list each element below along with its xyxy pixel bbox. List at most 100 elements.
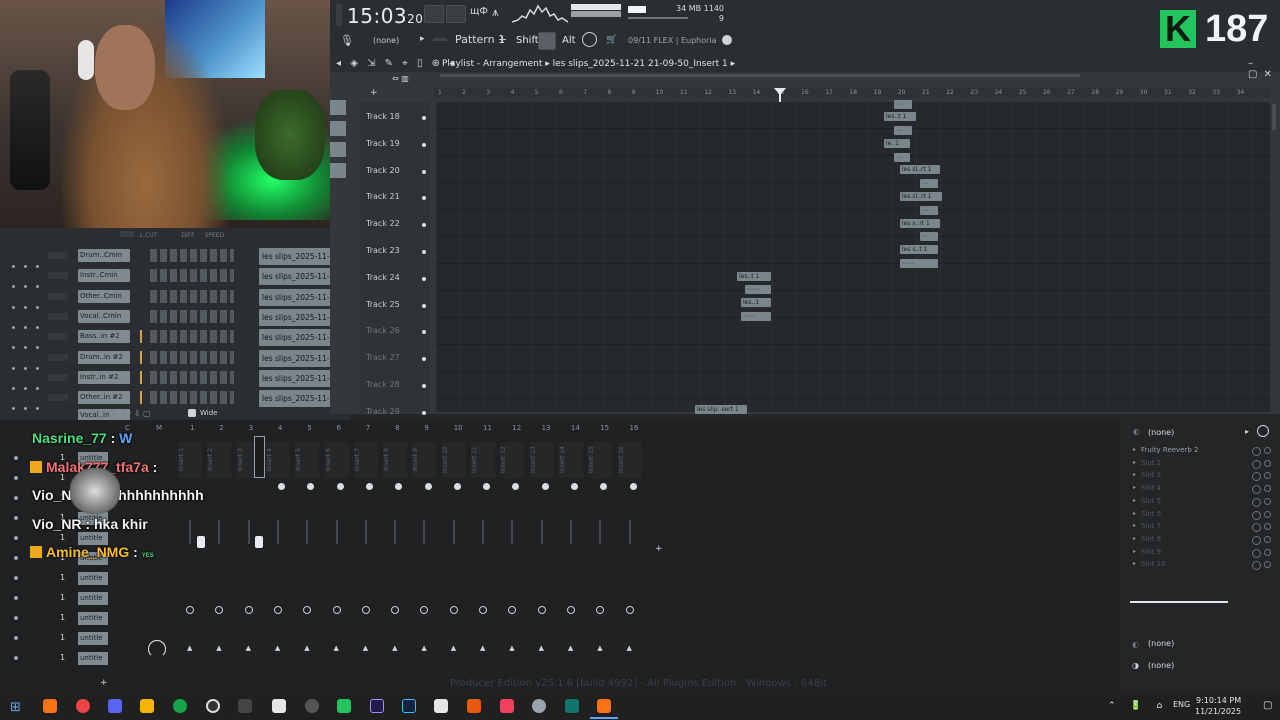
mixer-channel-name[interactable]: untitle bbox=[78, 572, 108, 585]
route-arrow-icon[interactable]: ▲ bbox=[451, 644, 456, 652]
news-ticker[interactable]: 09/11 FLEX | Euphoria bbox=[628, 36, 717, 45]
channel-name[interactable]: Vocal..Cmin bbox=[78, 309, 130, 323]
mixer-insert-label[interactable]: Insert 14 bbox=[558, 442, 583, 478]
audio-clip[interactable]: ⋯⋯ bbox=[745, 285, 771, 294]
step-sequencer[interactable] bbox=[150, 391, 234, 405]
audio-clip[interactable]: les sl..rt 1 bbox=[900, 165, 940, 174]
route-arrow-icon[interactable]: ▲ bbox=[334, 644, 339, 652]
route-arrow-icon[interactable]: ▲ bbox=[627, 644, 632, 652]
online-icon[interactable] bbox=[582, 32, 597, 47]
track-name[interactable]: Track 29 bbox=[366, 407, 400, 416]
globe-icon[interactable] bbox=[722, 35, 732, 45]
clip-stub[interactable] bbox=[330, 121, 346, 136]
track-enable-dot[interactable] bbox=[422, 169, 426, 174]
mixer-track-number[interactable]: 7 bbox=[366, 424, 370, 432]
slot-expand-icon[interactable]: ▸ bbox=[1133, 522, 1136, 529]
fader-track[interactable] bbox=[364, 520, 367, 544]
track-enable-dot[interactable] bbox=[422, 357, 426, 362]
slot-expand-icon[interactable]: ▸ bbox=[1133, 535, 1136, 542]
mixer-insert-label[interactable]: Insert 10 bbox=[441, 442, 466, 478]
search-icon[interactable] bbox=[43, 699, 57, 713]
mixer-channel-name[interactable]: untitle bbox=[78, 652, 108, 665]
fader-track[interactable] bbox=[218, 520, 221, 544]
mixer-insert-label[interactable]: Insert 8 bbox=[383, 442, 408, 478]
fx-slot[interactable]: Slot 3 bbox=[1141, 471, 1161, 479]
channel-volume[interactable] bbox=[48, 312, 68, 320]
mixer-insert-label[interactable]: Insert 12 bbox=[500, 442, 525, 478]
app-icon[interactable] bbox=[532, 699, 546, 713]
pan-knob[interactable] bbox=[424, 483, 432, 490]
notification-icon[interactable]: ▢ bbox=[1263, 700, 1272, 711]
route-arrow-icon[interactable]: ▲ bbox=[421, 644, 426, 652]
track-name[interactable]: Track 28 bbox=[366, 380, 400, 389]
channel-name[interactable]: Drum..in #2 bbox=[78, 350, 130, 364]
channel-dot[interactable] bbox=[14, 656, 18, 660]
channel-name[interactable]: Instr..in #2 bbox=[78, 370, 130, 384]
step-sequencer[interactable] bbox=[150, 269, 234, 283]
route-arrow-icon[interactable]: ▲ bbox=[275, 644, 280, 652]
track-name[interactable]: Track 20 bbox=[366, 166, 400, 175]
route-arrow-icon[interactable]: ▲ bbox=[363, 644, 368, 652]
eq-curve[interactable] bbox=[1130, 601, 1228, 603]
audio-clip[interactable]: ⋯ bbox=[894, 153, 910, 162]
send-knob[interactable] bbox=[186, 606, 194, 614]
channel-name[interactable]: Instr..Cmin bbox=[78, 269, 130, 283]
send-knob[interactable] bbox=[449, 606, 458, 614]
windows-start-icon[interactable]: ⊞ bbox=[10, 700, 21, 715]
channel-dot[interactable] bbox=[14, 476, 18, 480]
track-enable-dot[interactable] bbox=[422, 223, 426, 228]
playhead-marker-icon[interactable] bbox=[774, 88, 786, 95]
mixer-insert-label[interactable]: Insert 15 bbox=[588, 442, 613, 478]
track-name[interactable]: Track 18 bbox=[366, 112, 400, 121]
mixer-insert-label[interactable]: Insert 2 bbox=[207, 442, 232, 478]
alt-button[interactable]: Alt bbox=[562, 35, 576, 46]
route-arrow-icon[interactable]: ▲ bbox=[216, 644, 221, 652]
fx-output-2[interactable]: (none) bbox=[1148, 661, 1174, 670]
fader-handle[interactable] bbox=[255, 536, 263, 548]
track-enable-dot[interactable] bbox=[422, 276, 426, 281]
channel-name[interactable]: Bass..in #2 bbox=[78, 330, 130, 344]
brave-icon[interactable] bbox=[467, 699, 481, 713]
route-arrow-icon[interactable]: ▲ bbox=[568, 644, 573, 652]
discord-icon[interactable] bbox=[108, 699, 122, 713]
mixer-insert-label[interactable]: Insert 1 bbox=[178, 442, 202, 478]
track-name[interactable]: Track 24 bbox=[366, 273, 400, 282]
fader-track[interactable] bbox=[306, 520, 309, 544]
channel-dot[interactable] bbox=[14, 616, 18, 620]
track-enable-dot[interactable] bbox=[422, 142, 426, 147]
fader-track[interactable] bbox=[394, 520, 397, 544]
mixer-track-number[interactable]: 5 bbox=[307, 424, 311, 432]
app-icon[interactable] bbox=[272, 699, 286, 713]
channel-dot[interactable] bbox=[14, 556, 18, 560]
slot-expand-icon[interactable]: ▸ bbox=[1133, 459, 1136, 466]
slot-enable-toggle[interactable] bbox=[1264, 459, 1271, 467]
chrome-icon[interactable] bbox=[76, 699, 90, 713]
channel-dot[interactable] bbox=[14, 576, 18, 580]
clock-icon[interactable] bbox=[1257, 425, 1269, 437]
send-knob[interactable] bbox=[244, 606, 253, 614]
track-enable-dot[interactable] bbox=[422, 250, 426, 254]
vertical-scrollbar[interactable] bbox=[1272, 104, 1276, 130]
slot-mix-knob[interactable] bbox=[1252, 447, 1261, 456]
metronome-icon[interactable]: ⩚ bbox=[492, 5, 499, 20]
audio-clip[interactable]: les..1 bbox=[741, 298, 771, 307]
mixer-track-number[interactable]: 15 bbox=[600, 424, 609, 432]
audio-clip[interactable]: ⋯ bbox=[920, 206, 938, 215]
mixer-insert-label[interactable]: Insert 11 bbox=[471, 442, 495, 478]
channel-dot[interactable] bbox=[14, 596, 18, 600]
xbox-icon[interactable] bbox=[173, 699, 187, 713]
slot-enable-toggle[interactable] bbox=[1264, 497, 1271, 505]
fader-handle[interactable] bbox=[197, 536, 205, 548]
channel-controls[interactable] bbox=[12, 334, 52, 350]
pan-knob[interactable] bbox=[571, 483, 578, 490]
fader-track[interactable] bbox=[423, 520, 426, 544]
premiere-icon[interactable] bbox=[370, 699, 384, 713]
send-knob[interactable] bbox=[566, 606, 575, 614]
slot-expand-icon[interactable]: ▸ bbox=[1133, 471, 1136, 478]
channel-controls[interactable] bbox=[12, 294, 52, 309]
pan-knob[interactable] bbox=[336, 483, 344, 490]
master-volume-slider[interactable] bbox=[628, 17, 688, 19]
mixer-insert-label[interactable]: Insert 9 bbox=[412, 442, 437, 478]
track-enable-dot[interactable] bbox=[422, 303, 426, 308]
playlist-tool-icons[interactable]: ◂ ◈ ⇲ ✎ ⌖ ▯ ⊕ ◂ bbox=[336, 58, 457, 69]
